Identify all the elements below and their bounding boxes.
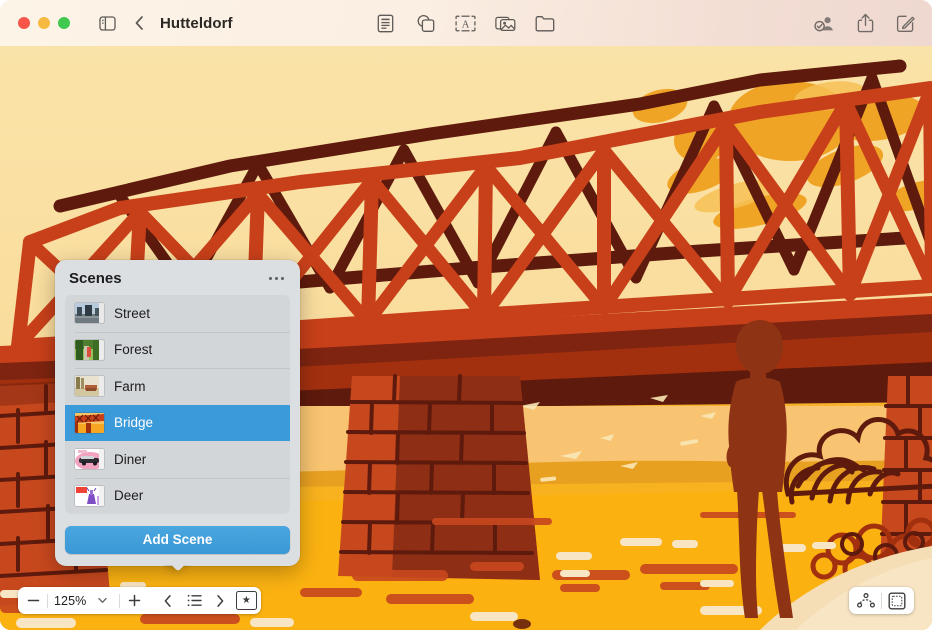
divider (119, 594, 120, 608)
scenes-popover: Scenes Street Forest Farm (55, 260, 300, 566)
zoom-out-button[interactable] (20, 587, 46, 614)
page-title: Hutteldorf (160, 15, 233, 32)
list-item[interactable]: Diner (65, 441, 290, 478)
list-item-label: Forest (114, 342, 152, 357)
chevron-down-icon[interactable] (89, 587, 115, 614)
list-item[interactable]: Forest (65, 332, 290, 369)
divider (47, 594, 48, 608)
scene-list-button[interactable] (181, 587, 207, 614)
list-item-label: Street (114, 306, 150, 321)
minimize-button[interactable] (38, 17, 50, 29)
list-item-label: Farm (114, 379, 146, 394)
list-item[interactable]: Farm (65, 368, 290, 405)
document-icon[interactable] (370, 8, 400, 38)
bottom-right-toolbar (849, 587, 914, 614)
scene-list[interactable]: Street Forest Farm Bridge (65, 295, 290, 514)
forest-thumbnail (75, 340, 104, 360)
list-item-label: Deer (114, 488, 143, 503)
media-icon[interactable] (490, 8, 520, 38)
back-icon[interactable] (124, 8, 154, 38)
popover-arrow (163, 565, 193, 577)
previous-slide-button[interactable] (155, 587, 181, 614)
sidebar-icon[interactable] (92, 8, 122, 38)
list-item[interactable]: Street (65, 295, 290, 332)
maximize-button[interactable] (58, 17, 70, 29)
zoom-level-value[interactable]: 125% (49, 594, 89, 608)
collaborate-icon[interactable] (810, 8, 840, 38)
play-slideshow-button[interactable]: ★ (233, 587, 259, 614)
folder-icon[interactable] (530, 8, 560, 38)
list-item-label: Diner (114, 452, 146, 467)
play-slideshow-icon: ★ (236, 591, 257, 610)
bottom-toolbar: 125% ★ (18, 587, 261, 614)
app-window: Hutteldorf (0, 0, 932, 630)
list-item[interactable]: Deer (65, 478, 290, 515)
ellipsis-icon[interactable] (267, 273, 286, 284)
animation-graph-icon[interactable] (851, 587, 881, 614)
toolbar-right-group (810, 8, 920, 38)
window-controls[interactable] (18, 17, 70, 29)
slide-layout-icon[interactable] (882, 587, 912, 614)
bridge-thumbnail (75, 413, 104, 433)
list-item-label: Bridge (114, 415, 153, 430)
street-thumbnail (75, 303, 104, 323)
shapes-icon[interactable] (410, 8, 440, 38)
scenes-header: Scenes (55, 260, 300, 295)
compose-icon[interactable] (890, 8, 920, 38)
deer-thumbnail (75, 486, 104, 506)
text-box-icon[interactable]: A (450, 8, 480, 38)
close-button[interactable] (18, 17, 30, 29)
zoom-in-button[interactable] (121, 587, 147, 614)
scenes-title: Scenes (69, 270, 122, 287)
next-slide-button[interactable] (207, 587, 233, 614)
farm-thumbnail (75, 376, 104, 396)
share-icon[interactable] (850, 8, 880, 38)
svg-text:A: A (461, 19, 469, 30)
add-scene-button[interactable]: Add Scene (65, 526, 290, 554)
list-item[interactable]: Bridge (65, 405, 290, 442)
toolbar-center-group: A (370, 8, 560, 38)
diner-thumbnail (75, 449, 104, 469)
title-bar: Hutteldorf (0, 0, 932, 46)
